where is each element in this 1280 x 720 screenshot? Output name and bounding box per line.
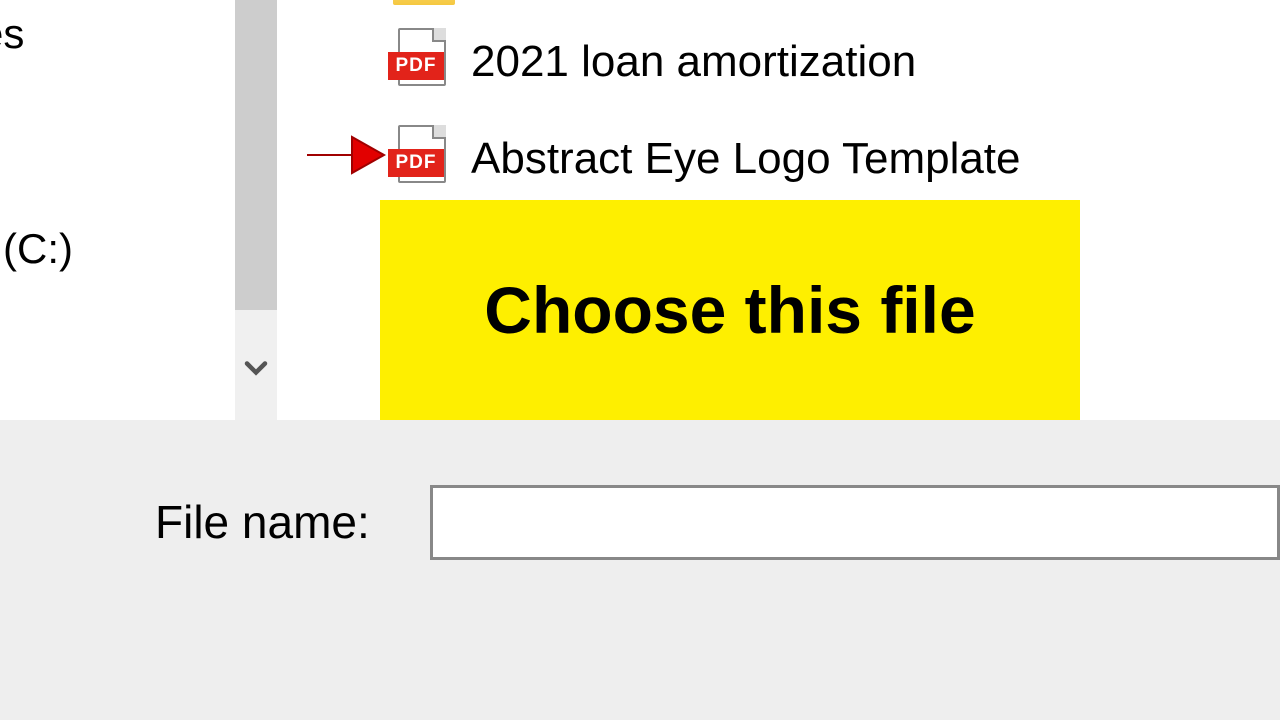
annotation-text: Choose this file <box>484 272 975 348</box>
chevron-down-icon[interactable] <box>238 350 274 396</box>
file-list-pane: PDF 2021 loan amortization PDF Abstract … <box>280 0 1280 420</box>
file-name-label: 2021 loan amortization <box>471 37 916 87</box>
filename-input[interactable] <box>430 485 1280 560</box>
navigation-sidebar: es ws (C:) ‹ <box>0 0 235 420</box>
filename-label: File name: <box>155 495 370 549</box>
annotation-arrow-icon <box>302 125 387 185</box>
pdf-icon: PDF <box>388 125 456 193</box>
pdf-icon: PDF <box>388 28 456 96</box>
file-item[interactable]: PDF Abstract Eye Logo Template <box>388 125 1021 193</box>
sidebar-drive-c[interactable]: ws (C:) <box>0 225 73 273</box>
dialog-bottom-panel: File name: <box>0 420 1280 720</box>
scrollbar-thumb[interactable] <box>235 0 277 310</box>
file-item[interactable]: PDF 2021 loan amortization <box>388 28 916 96</box>
folder-icon[interactable] <box>393 0 455 5</box>
sidebar-item-partial[interactable]: es <box>0 10 24 58</box>
file-name-label: Abstract Eye Logo Template <box>471 134 1021 184</box>
annotation-callout: Choose this file <box>380 200 1080 420</box>
